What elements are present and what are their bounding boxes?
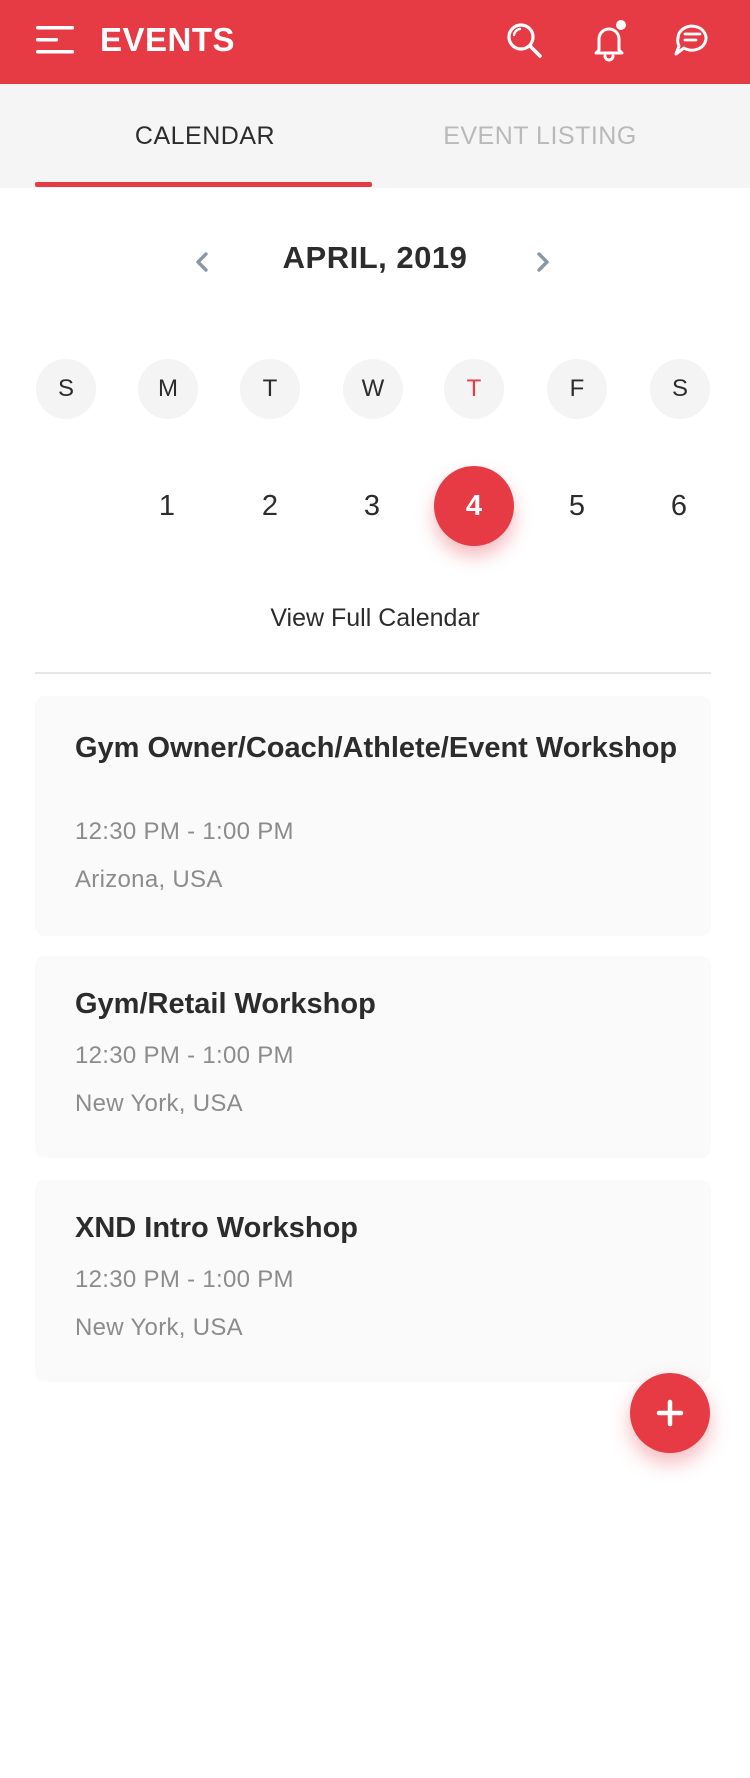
notification-dot: [616, 20, 626, 30]
date-cell[interactable]: 1: [127, 466, 207, 546]
view-full-calendar-link[interactable]: View Full Calendar: [0, 604, 750, 633]
event-title: Gym Owner/Coach/Athlete/Event Workshop: [75, 732, 678, 764]
event-card[interactable]: Gym Owner/Coach/Athlete/Event Workshop 1…: [35, 696, 711, 936]
menu-icon[interactable]: [34, 20, 78, 60]
event-title: XND Intro Workshop: [75, 1212, 359, 1244]
chevron-right-icon[interactable]: [522, 242, 562, 282]
weekday-sat: S: [650, 359, 710, 419]
tab-bar: CALENDAR EVENT LISTING: [0, 84, 750, 188]
chat-icon[interactable]: [668, 18, 714, 64]
date-cell[interactable]: 5: [537, 466, 617, 546]
event-location: New York, USA: [75, 1090, 243, 1117]
event-title: Gym/Retail Workshop: [75, 988, 376, 1020]
weekday-sun: S: [36, 359, 96, 419]
event-location: New York, USA: [75, 1314, 243, 1341]
app-header: EVENTS: [0, 0, 750, 84]
tab-calendar[interactable]: CALENDAR: [35, 84, 375, 188]
add-event-button[interactable]: [630, 1373, 710, 1453]
weekday-tue: T: [240, 359, 300, 419]
date-cell-selected[interactable]: 4: [434, 466, 514, 546]
event-time: 12:30 PM - 1:00 PM: [75, 818, 294, 845]
date-cell[interactable]: 6: [639, 466, 719, 546]
weekday-fri: F: [547, 359, 607, 419]
divider: [35, 672, 711, 674]
weekday-mon: M: [138, 359, 198, 419]
event-time: 12:30 PM - 1:00 PM: [75, 1042, 294, 1069]
weekday-wed: W: [343, 359, 403, 419]
month-navigator: APRIL, 2019: [0, 236, 750, 296]
events-screen: EVENTS CALENDAR EVENT LISTING APRIL, 201…: [0, 0, 750, 1778]
event-card[interactable]: Gym/Retail Workshop 12:30 PM - 1:00 PM N…: [35, 956, 711, 1158]
month-label: APRIL, 2019: [282, 240, 468, 275]
page-title: EVENTS: [100, 21, 236, 58]
event-location: Arizona, USA: [75, 866, 223, 893]
date-cell[interactable]: 2: [230, 466, 310, 546]
search-icon[interactable]: [502, 18, 548, 64]
event-card[interactable]: XND Intro Workshop 12:30 PM - 1:00 PM Ne…: [35, 1180, 711, 1382]
active-tab-indicator: [35, 182, 372, 187]
bell-icon[interactable]: [586, 18, 632, 64]
tab-event-listing[interactable]: EVENT LISTING: [370, 84, 710, 188]
date-cell[interactable]: 3: [332, 466, 412, 546]
event-time: 12:30 PM - 1:00 PM: [75, 1266, 294, 1293]
weekday-thu: T: [444, 359, 504, 419]
plus-icon: [656, 1399, 684, 1427]
